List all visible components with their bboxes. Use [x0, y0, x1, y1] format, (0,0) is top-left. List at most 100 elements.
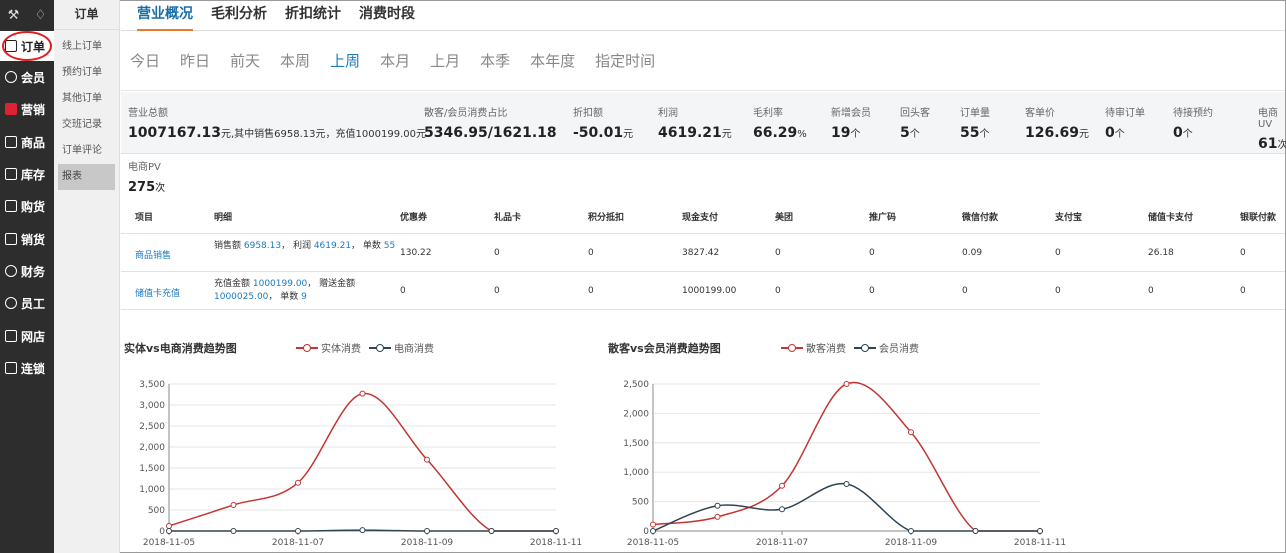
period-option[interactable]: 本季 — [480, 50, 510, 71]
metric-value: 61次 — [1258, 136, 1286, 152]
data-point — [908, 528, 914, 534]
nav-item-member[interactable]: 会员 — [0, 62, 54, 92]
period-option[interactable]: 指定时间 — [595, 50, 655, 71]
metric-number: 4619.21 — [658, 125, 722, 141]
legend-item[interactable]: 电商消费 — [369, 340, 434, 355]
period-option[interactable]: 上月 — [430, 50, 460, 71]
member-icon — [5, 71, 17, 83]
nav-item-shop[interactable]: 网店 — [0, 321, 54, 351]
legend-swatch — [854, 343, 876, 353]
period-option[interactable]: 昨日 — [180, 50, 210, 71]
table-cell: 0 — [1148, 286, 1154, 296]
period-option[interactable]: 今日 — [130, 50, 160, 71]
period-option[interactable]: 前天 — [230, 50, 260, 71]
nav-item-staff[interactable]: 员工 — [0, 288, 54, 318]
bell-icon[interactable]: ♢ — [35, 8, 47, 23]
nav-item-finance[interactable]: 财务 — [0, 256, 54, 286]
chart-1-title: 实体vs电商消费趋势图 — [124, 342, 237, 355]
metric-unit: % — [797, 129, 807, 140]
table-cell: 0 — [1055, 248, 1061, 258]
nav-item-order[interactable]: 订单 — [0, 31, 54, 61]
goods-icon — [5, 136, 17, 148]
nav-item-purchase[interactable]: 购货 — [0, 191, 54, 221]
data-point — [843, 381, 850, 387]
table-cell: 0 — [962, 286, 968, 296]
pv-metric: 电商PV 275次 — [128, 158, 165, 195]
data-point — [972, 528, 979, 534]
nav-item-sales[interactable]: 销货 — [0, 224, 54, 254]
summary-table: 项目 明细 优惠券 礼品卡 积分抵扣 现金支付 美团 推广码 微信付款 支付宝 储值卡支付 银联付款商… — [121, 198, 1285, 310]
period-option[interactable]: 本周 — [280, 50, 310, 71]
metric-number: 55 — [960, 125, 980, 141]
legend-item[interactable]: 散客消费 — [781, 340, 846, 355]
subnav-item[interactable]: 预约订单 — [54, 60, 119, 86]
data-point — [424, 456, 430, 463]
metric-label: 待接预约 — [1173, 108, 1213, 119]
legend-item[interactable]: 会员消费 — [854, 340, 919, 355]
metric-value: 0个 — [1173, 125, 1213, 141]
table-header: 项目 明细 优惠券 礼品卡 积分抵扣 现金支付 美团 推广码 微信付款 支付宝 储值卡支付 银联付款 — [121, 198, 1285, 234]
nav-item-goods[interactable]: 商品 — [0, 127, 54, 157]
period-option[interactable]: 本年度 — [530, 50, 575, 71]
table-cell: 0 — [1240, 286, 1246, 296]
nav-item-chain[interactable]: 连锁 — [0, 353, 54, 383]
row-name-link[interactable]: 商品销售 — [135, 248, 171, 261]
table-cell: 0 — [869, 286, 875, 296]
row-name-link[interactable]: 储值卡充值 — [135, 286, 180, 299]
tab-2[interactable]: 折扣统计 — [285, 0, 341, 31]
nav-item-stock[interactable]: 库存 — [0, 159, 54, 189]
row-detail: 充值金额 1000199.00， 赠送金额 1000025.00， 单数 9 — [214, 278, 396, 304]
nav-top: ⚒ ♢ — [0, 0, 54, 30]
stock-icon — [5, 168, 17, 180]
subnav-item[interactable]: 线上订单 — [54, 34, 119, 60]
legend-item[interactable]: 实体消费 — [296, 340, 361, 355]
legend-swatch — [369, 343, 391, 353]
data-point — [1037, 528, 1043, 534]
nav-item-label: 订单 — [21, 39, 46, 54]
period-option[interactable]: 上周 — [330, 50, 360, 101]
metric-label: 新增会员 — [831, 108, 871, 119]
subnav-item[interactable]: 交班记录 — [54, 112, 119, 138]
column-header: 银联付款 — [1240, 213, 1277, 223]
subnav-item[interactable]: 其他订单 — [54, 86, 119, 112]
subnav-item[interactable]: 报表 — [58, 164, 115, 190]
data-point — [650, 528, 656, 534]
sales-icon — [5, 233, 17, 245]
metric-item: 营业总额 1007167.13元,其中销售6958.13元，充值1000199.0… — [128, 104, 426, 141]
metric-value: 1007167.13元,其中销售6958.13元，充值1000199.00元 — [128, 125, 426, 141]
table-cell: 3827.42 — [682, 248, 720, 258]
tab-3[interactable]: 消费时段 — [359, 0, 415, 31]
data-point — [714, 513, 721, 520]
x-tick-label: 2018-11-07 — [272, 538, 324, 548]
nav-item-label: 销货 — [21, 232, 46, 247]
period-option[interactable]: 本月 — [380, 50, 410, 71]
finance-icon — [5, 265, 17, 277]
metric-item: 毛利率 66.29% — [753, 104, 807, 141]
table-cell: 0 — [588, 248, 594, 258]
nav-item-marketing[interactable]: 营销 — [0, 94, 54, 124]
metric-unit: 次 — [1277, 140, 1286, 151]
tab-1[interactable]: 毛利分析 — [211, 0, 267, 31]
table-cell: 0 — [1055, 286, 1061, 296]
metrics-bar: 营业总额 1007167.13元,其中销售6958.13元，充值1000199.0… — [121, 92, 1286, 154]
metric-number: 126.69 — [1025, 125, 1080, 141]
data-point — [295, 528, 301, 534]
column-header: 礼品卡 — [494, 213, 522, 223]
data-point — [714, 502, 721, 509]
y-tick-label: 3,500 — [139, 380, 165, 390]
y-tick-label: 2,500 — [623, 380, 649, 390]
nav-item-label: 财务 — [21, 264, 46, 279]
column-header: 现金支付 — [682, 213, 719, 223]
wrench-icon[interactable]: ⚒ — [8, 8, 20, 23]
metric-number: 0 — [1105, 125, 1115, 141]
tab-0[interactable]: 营业概况 — [137, 0, 193, 31]
metric-number: -50.01 — [573, 125, 624, 141]
series-line-0 — [652, 381, 1040, 532]
purchase-icon — [5, 200, 17, 212]
detail-part: 6958.13 — [243, 241, 282, 251]
subnav-item[interactable]: 订单评论 — [54, 138, 119, 164]
data-point — [779, 506, 785, 513]
metric-label: 毛利率 — [753, 108, 783, 119]
metric-unit: 个 — [909, 129, 920, 140]
legend-swatch — [296, 343, 318, 353]
